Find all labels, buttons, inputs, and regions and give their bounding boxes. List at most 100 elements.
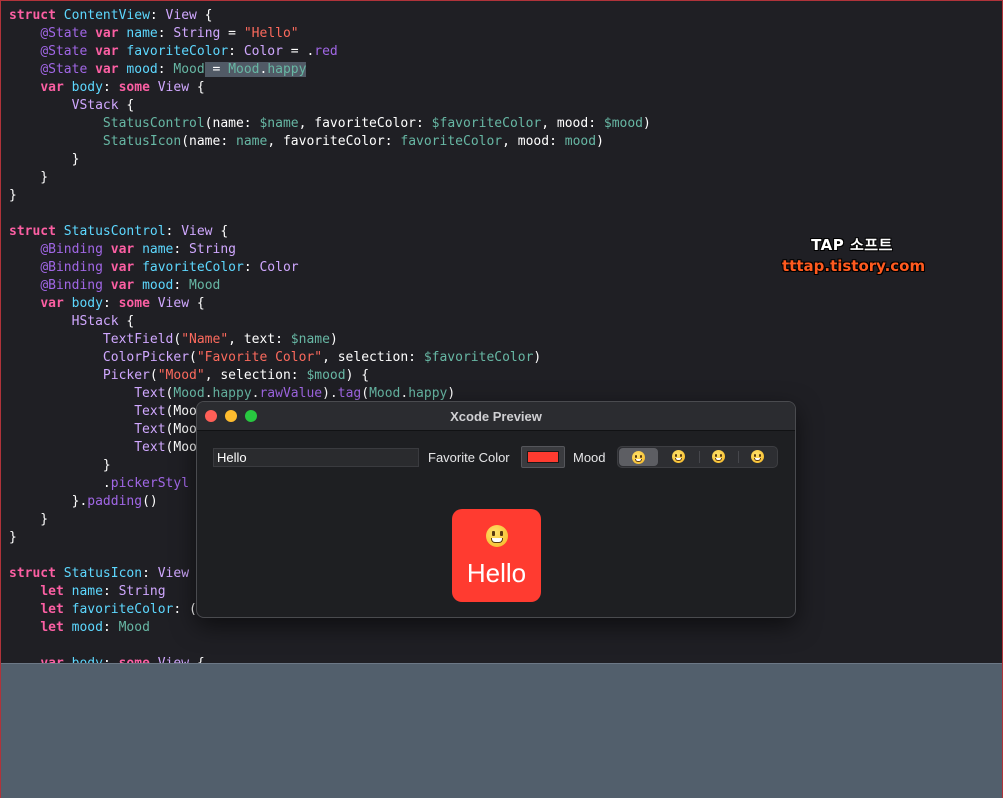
code-token: some: [119, 656, 150, 663]
code-token: StatusIcon: [102, 134, 182, 149]
code-token: {: [189, 656, 205, 663]
code-line[interactable]: @State var favoriteColor: Color = .red: [9, 43, 651, 61]
code-token: {: [196, 8, 213, 23]
code-line[interactable]: HStack {: [9, 313, 651, 331]
code-line[interactable]: [9, 637, 651, 655]
mood-option-1[interactable]: [619, 448, 659, 466]
code-token: ): [329, 332, 338, 347]
code-line[interactable]: ColorPicker("Favorite Color", selection:…: [9, 349, 651, 367]
code-token: :: [228, 44, 244, 59]
code-token: (Moo: [165, 422, 197, 437]
code-line[interactable]: var body: some View {: [9, 295, 651, 313]
grinning-face-emoji-icon: [672, 450, 686, 464]
code-token: Mood: [118, 620, 150, 635]
code-token: , selection:: [204, 368, 307, 383]
code-line[interactable]: TextField("Name", text: $name): [9, 331, 651, 349]
mood-option-2[interactable]: [659, 447, 698, 467]
mood-option-3[interactable]: [698, 447, 738, 467]
code-token: var: [40, 656, 63, 663]
code-token: mood: [126, 62, 158, 77]
code-token: (name:: [181, 134, 236, 149]
code-token: @Binding: [40, 242, 103, 257]
code-line[interactable]: let mood: Mood: [9, 619, 651, 637]
code-token: favoriteColor: [400, 134, 503, 149]
code-token: Color: [259, 260, 299, 275]
code-token: }: [9, 152, 80, 167]
code-line[interactable]: var body: some View {: [9, 79, 651, 97]
code-line[interactable]: }: [9, 169, 651, 187]
code-token: var: [110, 260, 135, 275]
code-token: name: [126, 26, 158, 41]
code-token: ): [596, 134, 604, 149]
code-token: Color: [243, 44, 283, 59]
code-token: View: [157, 296, 190, 311]
code-token: body: [71, 296, 103, 311]
code-line[interactable]: }: [9, 151, 651, 169]
code-token: $mood: [306, 368, 346, 383]
code-token: Text: [134, 386, 166, 401]
code-token: let: [40, 584, 64, 599]
code-token: struct: [9, 8, 56, 23]
code-line[interactable]: Picker("Mood", selection: $mood) {: [9, 367, 651, 385]
code-token: name: [236, 134, 268, 149]
code-token: {: [118, 98, 135, 113]
code-token: $mood: [603, 116, 644, 131]
code-token: Text: [134, 422, 166, 437]
code-token: rawValue: [259, 386, 323, 401]
code-token: Picker: [102, 368, 150, 383]
code-line[interactable]: VStack {: [9, 97, 651, 115]
code-token: , favoriteColor:: [267, 134, 401, 149]
code-token: (: [361, 386, 370, 401]
code-line[interactable]: StatusControl(name: $name, favoriteColor…: [9, 115, 651, 133]
code-line[interactable]: struct StatusControl: View {: [9, 223, 651, 241]
code-token: favoriteColor: [126, 44, 229, 59]
code-line[interactable]: StatusIcon(name: name, favoriteColor: fa…: [9, 133, 651, 151]
code-line[interactable]: @State var mood: Mood = Mood.happy: [9, 61, 651, 79]
code-token: {: [189, 80, 205, 95]
code-token: @State: [40, 26, 88, 41]
code-token: Text: [134, 404, 166, 419]
code-token: :: [157, 62, 174, 77]
code-token: name: [71, 584, 103, 599]
favorite-color-well[interactable]: [521, 446, 565, 468]
code-token: :: [102, 296, 119, 311]
code-token: String: [189, 242, 237, 257]
code-token: ): [533, 350, 542, 365]
status-emoji: [452, 525, 541, 547]
code-token: @Binding: [40, 278, 103, 293]
code-token: VStack: [71, 98, 119, 113]
code-token: Text: [134, 440, 166, 455]
code-line[interactable]: @Binding var favoriteColor: Color: [9, 259, 651, 277]
code-token: @State: [40, 62, 88, 77]
code-token: struct: [9, 224, 56, 239]
code-token: :: [173, 278, 190, 293]
title-bar[interactable]: Xcode Preview: [197, 402, 795, 431]
name-text-field[interactable]: Hello: [213, 448, 419, 467]
xcode-preview-window: Xcode Preview Hello Favorite Color Mood …: [196, 401, 796, 618]
grinning-face-emoji-icon: [485, 525, 508, 547]
code-token: ColorPicker: [102, 350, 190, 365]
mood-option-4[interactable]: [737, 447, 777, 467]
code-line[interactable]: @Binding var name: String: [9, 241, 651, 259]
mood-segmented-picker[interactable]: [617, 446, 778, 468]
code-line[interactable]: [9, 205, 651, 223]
code-line[interactable]: @Binding var mood: Mood: [9, 277, 651, 295]
code-token: :: [149, 8, 166, 23]
code-token: pickerStyl: [110, 476, 190, 491]
code-line[interactable]: struct ContentView: View {: [9, 7, 651, 25]
code-line[interactable]: }: [9, 187, 651, 205]
code-token: mood: [564, 134, 597, 149]
code-line[interactable]: var body: some View {: [9, 655, 651, 663]
code-line[interactable]: @State var name: String = "Hello": [9, 25, 651, 43]
